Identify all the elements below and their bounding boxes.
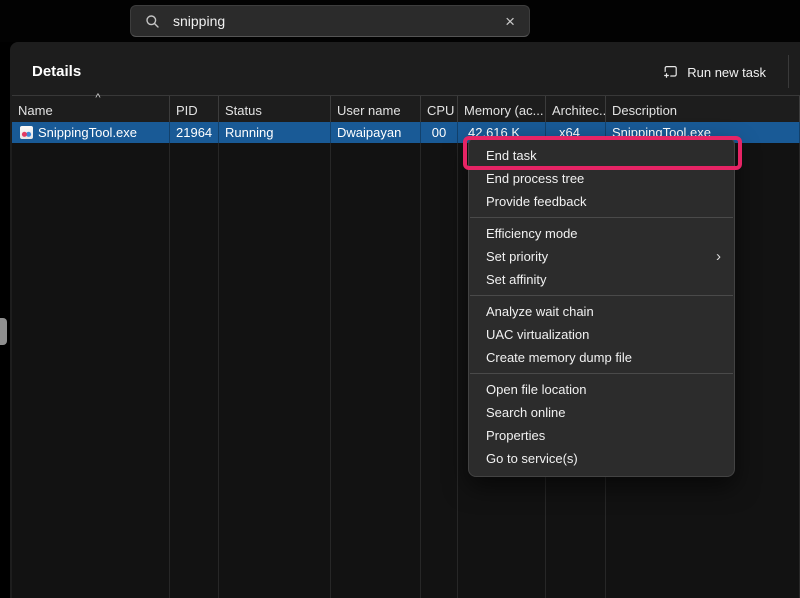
menu-separator	[470, 295, 733, 296]
run-new-task-button[interactable]: Run new task	[654, 57, 774, 87]
column-header-memory[interactable]: Memory (ac...	[458, 96, 546, 123]
column-header-pid[interactable]: PID	[170, 96, 219, 123]
nav-pane-handle[interactable]	[0, 318, 7, 345]
menu-item-efficiency-mode[interactable]: Efficiency mode	[469, 222, 734, 245]
menu-item-analyze-wait-chain[interactable]: Analyze wait chain	[469, 300, 734, 323]
submenu-chevron-icon: ›	[716, 245, 721, 268]
menu-item-end-process-tree[interactable]: End process tree	[469, 167, 734, 190]
menu-item-end-task[interactable]: End task	[469, 144, 734, 167]
menu-item-uac-virtualization[interactable]: UAC virtualization	[469, 323, 734, 346]
search-input[interactable]	[173, 13, 492, 29]
context-menu: End task End process tree Provide feedba…	[468, 137, 735, 477]
toolbar-divider	[788, 55, 789, 88]
column-header-user-name[interactable]: User name	[331, 96, 421, 123]
menu-item-create-memory-dump-file[interactable]: Create memory dump file	[469, 346, 734, 369]
clear-search-icon[interactable]: ×	[505, 13, 515, 30]
row-cell-pid: 21964	[170, 122, 219, 143]
search-icon	[145, 14, 160, 29]
column-header-description[interactable]: Description	[606, 96, 800, 123]
menu-item-set-affinity[interactable]: Set affinity	[469, 268, 734, 291]
snippingtool-app-icon	[20, 126, 33, 139]
gridline-column	[12, 143, 170, 598]
menu-item-search-online[interactable]: Search online	[469, 401, 734, 424]
page-title: Details	[32, 63, 81, 80]
menu-item-set-priority-label: Set priority	[486, 249, 548, 264]
gridline-column	[219, 143, 331, 598]
row-cell-name: SnippingTool.exe	[12, 122, 170, 143]
sort-ascending-icon: ^	[88, 92, 108, 104]
top-search-strip: ×	[0, 0, 800, 42]
table-header: ^ Name PID Status User name CPU Memory (…	[12, 95, 800, 122]
menu-separator	[470, 373, 733, 374]
menu-item-set-priority[interactable]: Set priority ›	[469, 245, 734, 268]
gridline-column	[331, 143, 421, 598]
row-cell-cpu: 00	[421, 122, 458, 143]
menu-item-open-file-location[interactable]: Open file location	[469, 378, 734, 401]
gridline-column	[421, 143, 458, 598]
gridline-column	[170, 143, 219, 598]
menu-separator	[470, 217, 733, 218]
search-box[interactable]: ×	[130, 5, 530, 37]
run-new-task-label: Run new task	[687, 65, 766, 80]
run-new-task-icon	[662, 64, 678, 80]
column-header-status[interactable]: Status	[219, 96, 331, 123]
menu-item-go-to-services[interactable]: Go to service(s)	[469, 447, 734, 470]
column-header-architecture[interactable]: Architec...	[546, 96, 606, 123]
menu-item-properties[interactable]: Properties	[469, 424, 734, 447]
menu-item-provide-feedback[interactable]: Provide feedback	[469, 190, 734, 213]
row-cell-status: Running	[219, 122, 331, 143]
row-cell-user-name: Dwaipayan	[331, 122, 421, 143]
process-name: SnippingTool.exe	[38, 125, 137, 140]
column-header-cpu[interactable]: CPU	[421, 96, 458, 123]
